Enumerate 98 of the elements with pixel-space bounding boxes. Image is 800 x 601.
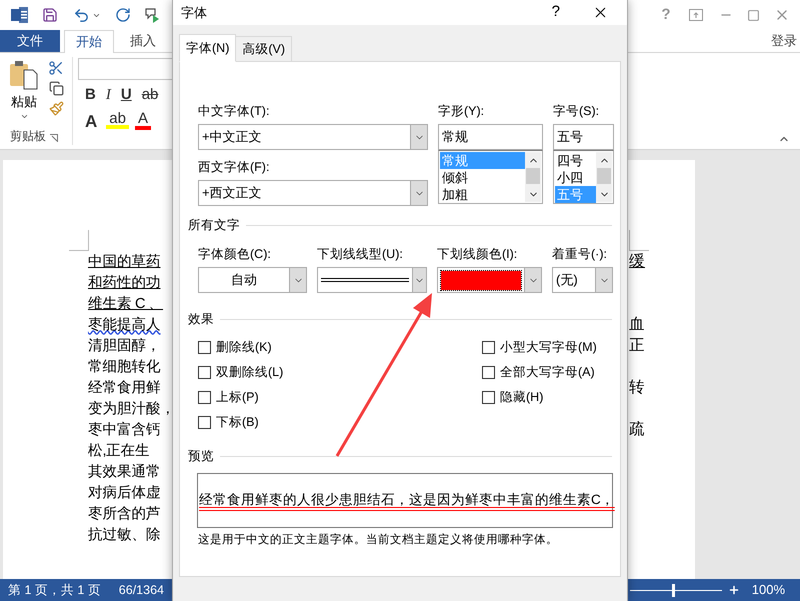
format-button[interactable]: I (102, 84, 114, 106)
checkbox[interactable] (198, 416, 211, 429)
document-text: 维生素 C 、 (88, 296, 164, 312)
scrollbar[interactable] (525, 152, 541, 202)
document-text: 变为胆汁酸， (88, 400, 175, 416)
font-color-dropdown[interactable]: 自动 (198, 267, 307, 293)
font-dropdown[interactable]: +中文正文 (198, 124, 428, 150)
scissors-icon[interactable] (48, 60, 64, 76)
paste-icon[interactable] (10, 60, 38, 90)
ribbon-tab[interactable]: 开始 (64, 30, 114, 53)
checkbox-label: 上标(P) (216, 389, 259, 406)
scrollbar[interactable] (596, 152, 612, 202)
list-item[interactable]: 加粗 (440, 186, 525, 203)
checkbox-label: 小型大写字母(M) (500, 339, 597, 356)
underline-color-dropdown[interactable] (437, 267, 542, 293)
field-label: 中文字体(T): (198, 103, 270, 119)
paste-label[interactable]: 粘贴 (11, 92, 37, 112)
zoom-in-icon[interactable] (728, 584, 740, 596)
page-count[interactable]: 第 1 页，共 1 页 (8, 580, 101, 600)
list-item[interactable]: 小四 (555, 169, 596, 186)
checkbox[interactable] (198, 341, 211, 354)
style-field[interactable]: 常规 (438, 124, 543, 150)
document-text: 正 (629, 336, 645, 356)
format-button[interactable]: A (82, 108, 100, 134)
field-label: 下划线线型(U): (317, 246, 404, 262)
document-text: 血 (629, 314, 645, 335)
format-painter-icon[interactable] (48, 101, 64, 116)
document-text: 抗过敏、除 (88, 526, 160, 542)
field-label: 下划线颜色(I): (437, 246, 518, 262)
maximize-icon[interactable] (747, 8, 760, 22)
document-text: 缓 (629, 252, 645, 272)
format-button[interactable]: A (134, 112, 151, 130)
preview-text: 经常食用鲜枣的人很少患胆结石，这是因为鲜枣中丰富的维生素C， (199, 491, 615, 510)
document-text: 枣所含的芦 (88, 506, 160, 522)
checkbox[interactable] (482, 341, 495, 354)
document-text: 对病后体虚 (88, 484, 160, 500)
sign-in-link[interactable]: 登录 (771, 31, 797, 51)
document-text: 和药性的功 (88, 274, 160, 290)
format-button[interactable]: U (118, 84, 135, 106)
document-text: 其效果通常 (88, 464, 160, 480)
dialog-tab[interactable]: 高级(V) (236, 36, 292, 61)
save-icon[interactable] (42, 7, 58, 23)
margin-mark (69, 230, 89, 251)
checkbox[interactable] (198, 391, 211, 404)
document-text: 枣能提高人 (88, 316, 160, 332)
word-logo-icon[interactable] (11, 7, 28, 23)
field-label: 字体颜色(C): (198, 246, 272, 262)
underline-style-dropdown[interactable] (317, 267, 427, 293)
document-text: 中国的草药 (88, 254, 160, 270)
checkbox[interactable] (482, 366, 495, 379)
zoom-level[interactable]: 100% (752, 580, 785, 600)
double-line-icon (321, 278, 409, 282)
checkbox-label: 删除线(K) (216, 339, 272, 356)
document-text: 疏 (629, 420, 645, 440)
file-tab[interactable]: 文件 (0, 30, 60, 52)
ribbon-display-icon[interactable] (689, 9, 703, 21)
document-text: 转 (629, 378, 645, 398)
emphasis-dropdown[interactable]: (无) (552, 267, 613, 293)
word-count[interactable]: 66/1364 (118, 580, 164, 600)
help-button[interactable]: ? (552, 1, 560, 24)
undo-icon[interactable] (73, 6, 90, 24)
list-item[interactable]: 四号 (555, 152, 596, 169)
document-text: 枣中富含钙 (88, 422, 160, 438)
touch-mode-icon[interactable] (144, 7, 160, 23)
field-label: 字形(Y): (438, 103, 486, 119)
redo-icon[interactable] (115, 7, 131, 23)
font-dropdown[interactable]: +西文正文 (198, 180, 428, 206)
format-button[interactable]: ab (106, 113, 129, 130)
section-heading: 效果 (188, 311, 214, 327)
checkbox-label: 双删除线(L) (216, 364, 284, 382)
document-text: 清胆固醇， (88, 338, 160, 354)
margin-mark (629, 230, 649, 251)
copy-icon[interactable] (48, 81, 64, 96)
document-text: 常细胞转化 (88, 358, 160, 374)
document-text: 经常食用鲜 (88, 380, 160, 396)
checkbox[interactable] (482, 391, 495, 404)
size-field[interactable]: 五号 (553, 124, 614, 150)
checkbox-label: 隐藏(H) (500, 389, 544, 406)
group-label: 剪贴板 (10, 128, 46, 145)
slider-thumb[interactable] (672, 584, 675, 596)
zoom-slider[interactable] (630, 584, 722, 596)
section-heading: 预览 (188, 448, 214, 464)
list-item[interactable]: 倾斜 (440, 169, 525, 186)
dialog-tab[interactable]: 字体(N) (179, 34, 236, 62)
ribbon-tab[interactable]: 插入 (118, 30, 168, 52)
preview-note: 这是用于中文的正文主题字体。当前文档主题定义将使用哪种字体。 (198, 532, 559, 548)
format-button[interactable]: ab (138, 84, 162, 106)
dialog-title: 字体 (181, 4, 207, 22)
field-label: 着重号(·): (552, 246, 608, 262)
field-label: 西文字体(F): (198, 159, 270, 175)
section-heading: 所有文字 (188, 217, 240, 233)
field-label: 字号(S): (553, 103, 600, 119)
dialog-launcher-icon[interactable] (50, 134, 58, 142)
checkbox-label: 全部大写字母(A) (500, 364, 595, 382)
checkbox-label: 下标(B) (216, 414, 259, 432)
document-text: 松,正在生 (88, 442, 150, 458)
checkbox[interactable] (198, 366, 211, 379)
format-button[interactable]: B (82, 84, 99, 106)
